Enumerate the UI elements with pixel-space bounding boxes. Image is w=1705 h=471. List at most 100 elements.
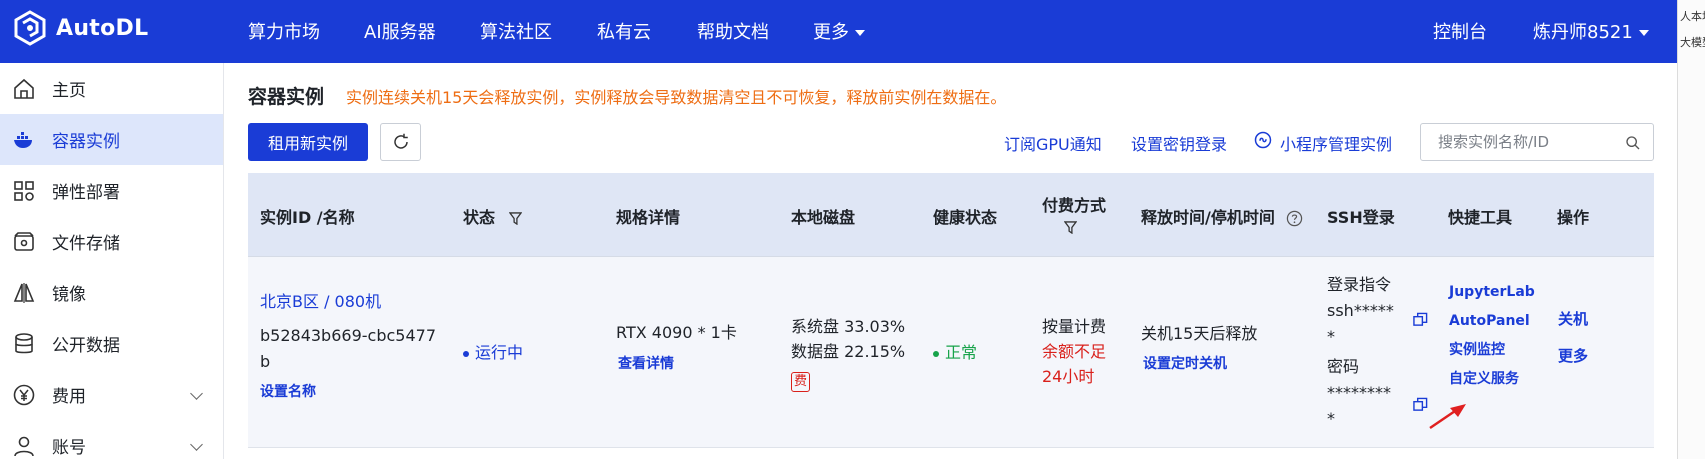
- top-nav-bar: AutoDL 算力市场 AI服务器 算法社区 私有云 帮助文档 更多 控制台 炼…: [0, 0, 1677, 63]
- jupyterlab-link[interactable]: JupyterLab: [1449, 279, 1535, 306]
- nav-algo-community[interactable]: 算法社区: [480, 18, 552, 44]
- storage-icon: [12, 230, 36, 254]
- col-pay-type: 付费方式: [1042, 196, 1107, 215]
- refresh-button[interactable]: [380, 123, 421, 161]
- instance-region-link[interactable]: 北京B区 / 080机: [260, 288, 381, 315]
- ssh-command-tail: *: [1327, 327, 1335, 346]
- nav-console[interactable]: 控制台: [1433, 18, 1487, 44]
- mirror-icon: [12, 281, 36, 305]
- status-dot: [463, 350, 469, 357]
- home-icon: [12, 77, 36, 101]
- copy-icon[interactable]: [1413, 312, 1428, 327]
- shutdown-button[interactable]: 关机: [1558, 306, 1588, 333]
- sidebar-item-label: 镜像: [52, 285, 86, 305]
- annotation-arrow-icon: [1429, 404, 1466, 430]
- page-title: 容器实例: [248, 86, 325, 108]
- instance-monitor-link[interactable]: 实例监控: [1449, 337, 1505, 364]
- view-details-link[interactable]: 查看详情: [618, 351, 674, 378]
- mini-program-manage-link[interactable]: 小程序管理实例: [1280, 131, 1392, 155]
- password-value: ********: [1327, 383, 1391, 402]
- autopanel-link[interactable]: AutoPanel: [1449, 308, 1530, 335]
- balance-warning-line1: 余额不足: [1042, 342, 1107, 361]
- help-icon[interactable]: [1286, 210, 1303, 227]
- sidebar: 主页 容器实例 弹性部署 文件存储 镜像 公开数据 费用 账号: [0, 63, 224, 459]
- fee-badge-label: 费: [791, 372, 811, 392]
- status-label: 运行中: [475, 343, 524, 362]
- sidebar-item-home[interactable]: 主页: [0, 63, 223, 114]
- col-status: 状态: [463, 204, 522, 228]
- system-disk-usage: 系统盘 33.03%: [791, 317, 906, 336]
- nav-more-label: 更多: [813, 22, 849, 43]
- sidebar-item-label: 费用: [52, 387, 86, 407]
- chevron-down-icon: [1638, 30, 1649, 36]
- instance-search-box: [1420, 123, 1654, 161]
- pay-type: 按量计费: [1042, 317, 1107, 336]
- database-icon: [12, 332, 36, 356]
- search-icon[interactable]: [1625, 135, 1641, 151]
- set-name-link[interactable]: 设置名称: [260, 379, 316, 406]
- subscribe-gpu-notify-link[interactable]: 订阅GPU通知: [1004, 131, 1102, 155]
- custom-service-link[interactable]: 自定义服务: [1449, 366, 1519, 393]
- release-warning: 实例连续关机15天会释放实例，实例释放会导致数据清空且不可恢复，释放前实例在数据…: [346, 88, 1007, 107]
- chevron-down-icon: [855, 30, 865, 36]
- instance-id-line2: b: [260, 352, 271, 371]
- copy-icon[interactable]: [1413, 397, 1428, 412]
- sidebar-item-file-storage[interactable]: 文件存储: [0, 216, 223, 267]
- logo-icon: [14, 10, 46, 46]
- sidebar-item-label: 容器实例: [52, 132, 120, 152]
- rent-new-instance-button[interactable]: 租用新实例: [248, 123, 368, 161]
- nav-private-cloud[interactable]: 私有云: [597, 18, 651, 44]
- fee-badge[interactable]: 费: [791, 366, 811, 393]
- grid-icon: [12, 179, 36, 203]
- yen-icon: [12, 383, 36, 407]
- col-release-time: 释放时间/停机时间: [1141, 204, 1303, 228]
- password-tail: *: [1327, 409, 1335, 428]
- refresh-icon: [393, 133, 408, 149]
- chevron-down-icon: [190, 438, 203, 451]
- sidebar-item-container-instances[interactable]: 容器实例: [0, 114, 223, 165]
- edge-text-2: 大模型: [1680, 36, 1705, 49]
- col-quick-tools: 快捷工具: [1448, 208, 1513, 227]
- table-header: 实例ID /名称 状态 规格详情 本地磁盘 健康状态 付费方式 释放时间/停机时…: [248, 173, 1654, 257]
- mini-program-icon: [1254, 131, 1272, 149]
- search-input[interactable]: [1438, 133, 1618, 151]
- col-status-label: 状态: [463, 208, 496, 227]
- sidebar-item-account[interactable]: 账号: [0, 420, 223, 471]
- sidebar-item-mirror[interactable]: 镜像: [0, 267, 223, 318]
- filter-icon[interactable]: [1064, 221, 1077, 234]
- sidebar-item-label: 主页: [52, 81, 86, 101]
- nav-ai-server[interactable]: AI服务器: [364, 18, 436, 44]
- docker-icon: [12, 128, 36, 152]
- col-spec: 规格详情: [616, 208, 681, 227]
- sidebar-item-label: 账号: [52, 438, 86, 458]
- nav-help-docs[interactable]: 帮助文档: [697, 18, 769, 44]
- username: 炼丹师8521: [1533, 22, 1633, 43]
- sidebar-item-elastic-deploy[interactable]: 弹性部署: [0, 165, 223, 216]
- sidebar-item-label: 公开数据: [52, 336, 120, 356]
- col-health: 健康状态: [933, 208, 998, 227]
- timed-shutdown-link[interactable]: 设置定时关机: [1143, 351, 1227, 378]
- instance-id-line1: b52843b669-cbc5477: [260, 326, 436, 345]
- user-icon: [12, 434, 36, 458]
- adjacent-window-edge: 人本地 大模型: [1677, 0, 1705, 459]
- sidebar-item-billing[interactable]: 费用: [0, 369, 223, 420]
- user-menu[interactable]: 炼丹师8521: [1533, 18, 1649, 44]
- edge-text-1: 人本地: [1680, 10, 1705, 23]
- more-ops-button[interactable]: 更多: [1558, 343, 1588, 370]
- col-ssh-login: SSH登录: [1327, 208, 1395, 227]
- ssh-command-value: ssh*****: [1327, 301, 1394, 320]
- data-disk-usage: 数据盘 22.15%: [791, 342, 906, 361]
- health-status: 正常: [933, 339, 977, 366]
- nav-compute-market[interactable]: 算力市场: [248, 18, 320, 44]
- sidebar-item-label: 弹性部署: [52, 183, 120, 203]
- ssh-key-login-link[interactable]: 设置密钥登录: [1131, 131, 1227, 155]
- autodl-logo[interactable]: AutoDL: [12, 10, 148, 46]
- nav-more[interactable]: 更多: [813, 18, 865, 44]
- sidebar-item-public-data[interactable]: 公开数据: [0, 318, 223, 369]
- gpu-spec: RTX 4090 * 1卡: [616, 323, 737, 342]
- health-dot: [933, 350, 939, 357]
- col-local-disk: 本地磁盘: [791, 208, 856, 227]
- status-running: 运行中: [463, 339, 523, 366]
- filter-icon[interactable]: [508, 212, 522, 225]
- sidebar-item-label: 文件存储: [52, 234, 120, 254]
